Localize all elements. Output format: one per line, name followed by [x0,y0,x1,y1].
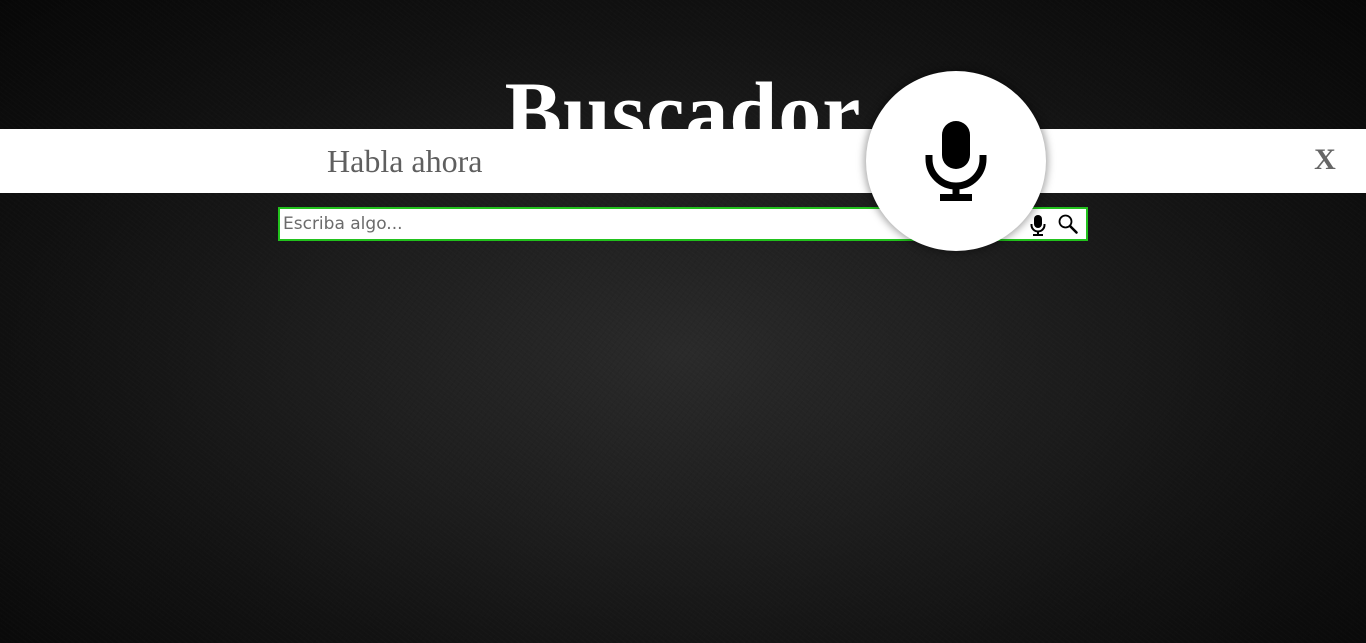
voice-prompt: Habla ahora [327,143,483,179]
close-button[interactable]: X [1308,141,1342,179]
microphone-icon [925,121,987,201]
search-icon[interactable] [1057,213,1079,235]
voice-overlay-bar: Habla ahora X [0,129,1366,193]
microphone-icon[interactable] [1028,214,1048,236]
voice-mic-button[interactable] [866,71,1046,251]
